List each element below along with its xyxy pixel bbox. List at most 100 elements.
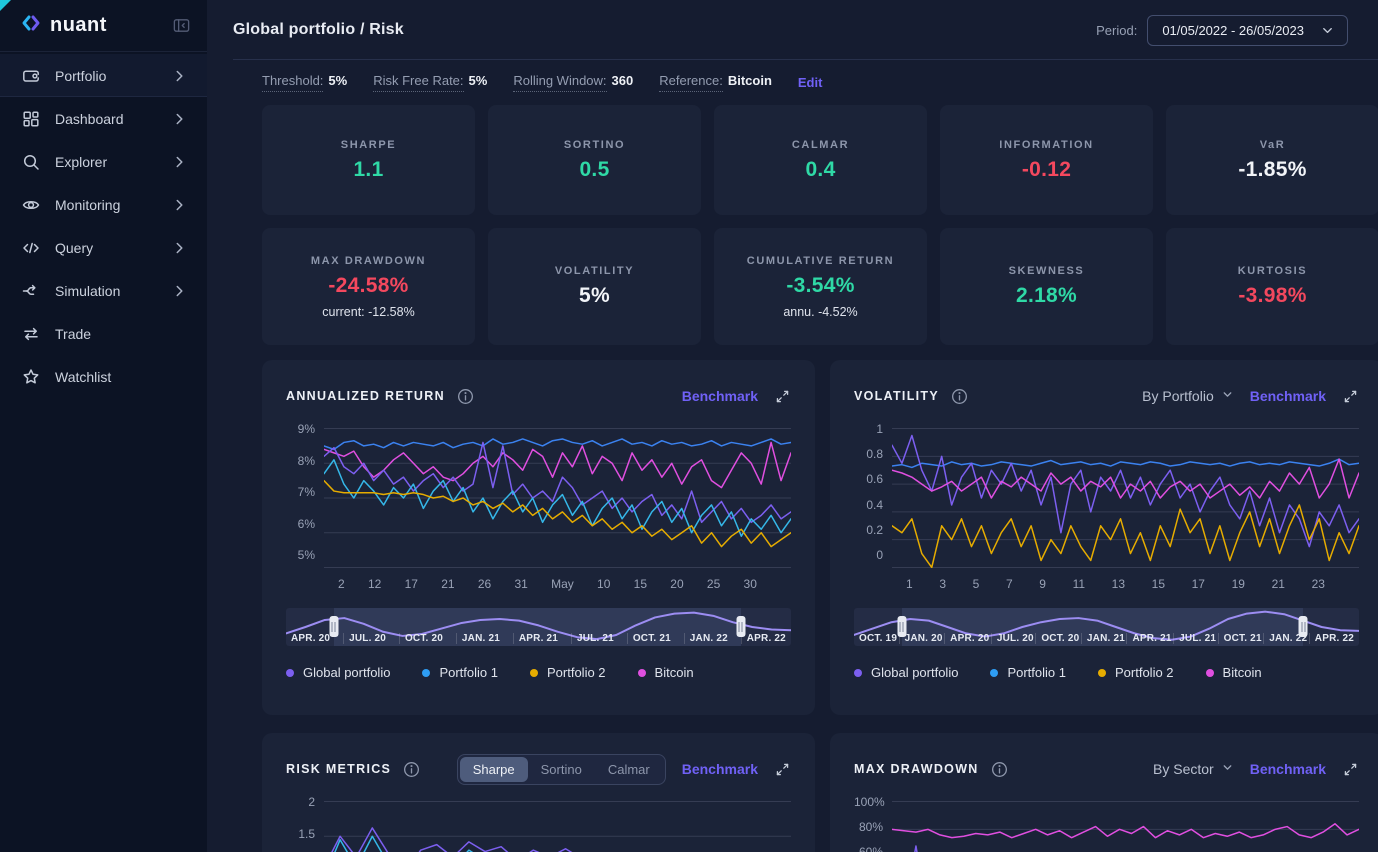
chevron-down-icon xyxy=(1221,761,1234,777)
sidebar-item-trade[interactable]: Trade xyxy=(0,312,207,355)
info-icon[interactable] xyxy=(990,760,1009,779)
metric-value: 0.5 xyxy=(579,158,609,182)
param-rolling-window[interactable]: Rolling Window: 360 xyxy=(513,73,633,92)
plot-area[interactable] xyxy=(324,801,791,852)
metric-value: 1.1 xyxy=(353,158,383,182)
legend-dot xyxy=(990,669,998,677)
tab-calmar[interactable]: Calmar xyxy=(595,757,663,782)
benchmark-link[interactable]: Benchmark xyxy=(682,388,758,404)
tab-sortino[interactable]: Sortino xyxy=(528,757,595,782)
benchmark-link[interactable]: Benchmark xyxy=(1250,761,1326,777)
brush-handle-left[interactable] xyxy=(897,616,906,637)
metric-title: SHARPE xyxy=(341,139,396,151)
brush-handle-right[interactable] xyxy=(736,616,745,637)
expand-icon[interactable] xyxy=(774,761,791,778)
benchmark-link[interactable]: Benchmark xyxy=(1250,388,1326,404)
brush-handle-left[interactable] xyxy=(329,616,338,637)
expand-icon[interactable] xyxy=(774,388,791,405)
brush-handle-right[interactable] xyxy=(1299,616,1308,637)
page-title: Global portfolio / Risk xyxy=(233,21,404,39)
panel-volatility: VOLATILITY By PortfolioBenchmark 10.80.6… xyxy=(830,360,1378,715)
metric-title: VaR xyxy=(1260,139,1286,151)
panel-header: RISK METRICS SharpeSortinoCalmar Benchmar… xyxy=(286,753,791,785)
y-axis-label: 1 xyxy=(854,422,883,436)
brush-date-labels: APR. 20JUL. 20OCT. 20JAN. 21APR. 21JUL. … xyxy=(291,633,786,644)
info-icon[interactable] xyxy=(402,760,421,779)
legend-item-portfolio-2[interactable]: Portfolio 2 xyxy=(530,665,606,680)
expand-icon[interactable] xyxy=(1342,761,1359,778)
period-label: Period: xyxy=(1096,23,1137,38)
brush-date-label: OCT. 20 xyxy=(399,633,443,644)
chevron-right-icon xyxy=(171,67,189,85)
sidebar-item-simulation[interactable]: Simulation xyxy=(0,269,207,312)
metric-cards: SHARPE 1.1 SORTINO 0.5 CALMAR 0.4 INFORM… xyxy=(262,105,1378,345)
x-axis-label: 17 xyxy=(405,577,418,591)
metric-value: -24.58% xyxy=(328,274,408,298)
plot-area[interactable] xyxy=(892,428,1359,568)
plot-area[interactable] xyxy=(324,428,791,568)
x-axis: 1357911131517192123 xyxy=(892,568,1359,591)
sidebar-collapse-button[interactable] xyxy=(172,16,191,35)
group-by-dropdown[interactable]: By Portfolio xyxy=(1142,388,1234,404)
param-threshold[interactable]: Threshold: 5% xyxy=(262,73,347,92)
param-label: Threshold: xyxy=(262,73,323,92)
legend-item-portfolio-2[interactable]: Portfolio 2 xyxy=(1098,665,1174,680)
sidebar-item-monitoring[interactable]: Monitoring xyxy=(0,183,207,226)
sidebar-item-explorer[interactable]: Explorer xyxy=(0,140,207,183)
x-axis-label: 19 xyxy=(1232,577,1245,591)
legend-item-portfolio-1[interactable]: Portfolio 1 xyxy=(990,665,1066,680)
info-icon[interactable] xyxy=(456,387,475,406)
brush-date-label: JAN. 22 xyxy=(684,633,728,644)
brush-date-label: APR. 20 xyxy=(944,633,989,644)
brand-logo[interactable]: nuant xyxy=(20,12,107,39)
corner-accent xyxy=(0,0,11,11)
chart-volatility: 10.80.60.40.20 1357911131517192123 xyxy=(854,428,1359,591)
param-value: 5% xyxy=(469,73,488,92)
legend-item-portfolio-1[interactable]: Portfolio 1 xyxy=(422,665,498,680)
legend-item-global-portfolio[interactable]: Global portfolio xyxy=(854,665,958,680)
time-range-brush[interactable]: OCT. 19JAN. 20APR. 20JUL. 20OCT. 20JAN. … xyxy=(854,608,1359,646)
edit-params-link[interactable]: Edit xyxy=(798,75,823,90)
legend-item-global-portfolio[interactable]: Global portfolio xyxy=(286,665,390,680)
panel-title: RISK METRICS xyxy=(286,762,391,776)
legend-label: Bitcoin xyxy=(655,665,694,680)
legend-item-bitcoin[interactable]: Bitcoin xyxy=(1206,665,1262,680)
metric-card-kurtosis: KURTOSIS -3.98% xyxy=(1166,228,1378,345)
legend-label: Bitcoin xyxy=(1223,665,1262,680)
x-axis-label: 10 xyxy=(597,577,610,591)
legend-dot xyxy=(638,669,646,677)
watchlist-icon xyxy=(21,367,41,387)
y-axis-label: 1.5 xyxy=(286,827,315,841)
group-by-dropdown[interactable]: By Sector xyxy=(1153,761,1234,777)
brush-date-label: APR. 20 xyxy=(291,633,330,644)
param-risk-free-rate[interactable]: Risk Free Rate: 5% xyxy=(373,73,487,92)
main-area: Global portfolio / Risk Period: 01/05/20… xyxy=(207,0,1378,852)
brush-date-label: JAN. 21 xyxy=(1081,633,1125,644)
brush-date-label: APR. 22 xyxy=(1309,633,1354,644)
period-select[interactable]: 01/05/2022 - 26/05/2023 xyxy=(1147,15,1348,46)
param-reference[interactable]: Reference: Bitcoin xyxy=(659,73,772,92)
brush-date-label: OCT. 21 xyxy=(627,633,671,644)
time-range-brush[interactable]: APR. 20JUL. 20OCT. 20JAN. 21APR. 21JUL. … xyxy=(286,608,791,646)
metric-card-information: INFORMATION -0.12 xyxy=(940,105,1153,215)
x-axis-label: 30 xyxy=(744,577,757,591)
sidebar-item-watchlist[interactable]: Watchlist xyxy=(0,355,207,398)
info-icon[interactable] xyxy=(950,387,969,406)
metric-title: KURTOSIS xyxy=(1238,265,1307,277)
sidebar-item-portfolio[interactable]: Portfolio xyxy=(0,54,207,97)
plot-area[interactable] xyxy=(892,801,1359,852)
metric-value: -0.12 xyxy=(1022,158,1071,182)
y-axis: 100%80%60%40%20%0% xyxy=(854,801,892,852)
portfolio-icon xyxy=(21,66,41,86)
metric-value: -3.54% xyxy=(786,274,854,298)
panel-max-drawdown: MAX DRAWDOWN By SectorBenchmark 100%80%6… xyxy=(830,733,1378,852)
benchmark-link[interactable]: Benchmark xyxy=(682,761,758,777)
tab-sharpe[interactable]: Sharpe xyxy=(460,757,528,782)
legend-item-bitcoin[interactable]: Bitcoin xyxy=(638,665,694,680)
sidebar-item-label: Query xyxy=(55,240,93,256)
metric-card-volatility: VOLATILITY 5% xyxy=(488,228,701,345)
expand-icon[interactable] xyxy=(1342,388,1359,405)
sidebar-item-dashboard[interactable]: Dashboard xyxy=(0,97,207,140)
chart-panels: ANNUALIZED RETURN Benchmark 9%8%7%6%5% 2… xyxy=(262,360,1378,852)
sidebar-item-query[interactable]: Query xyxy=(0,226,207,269)
